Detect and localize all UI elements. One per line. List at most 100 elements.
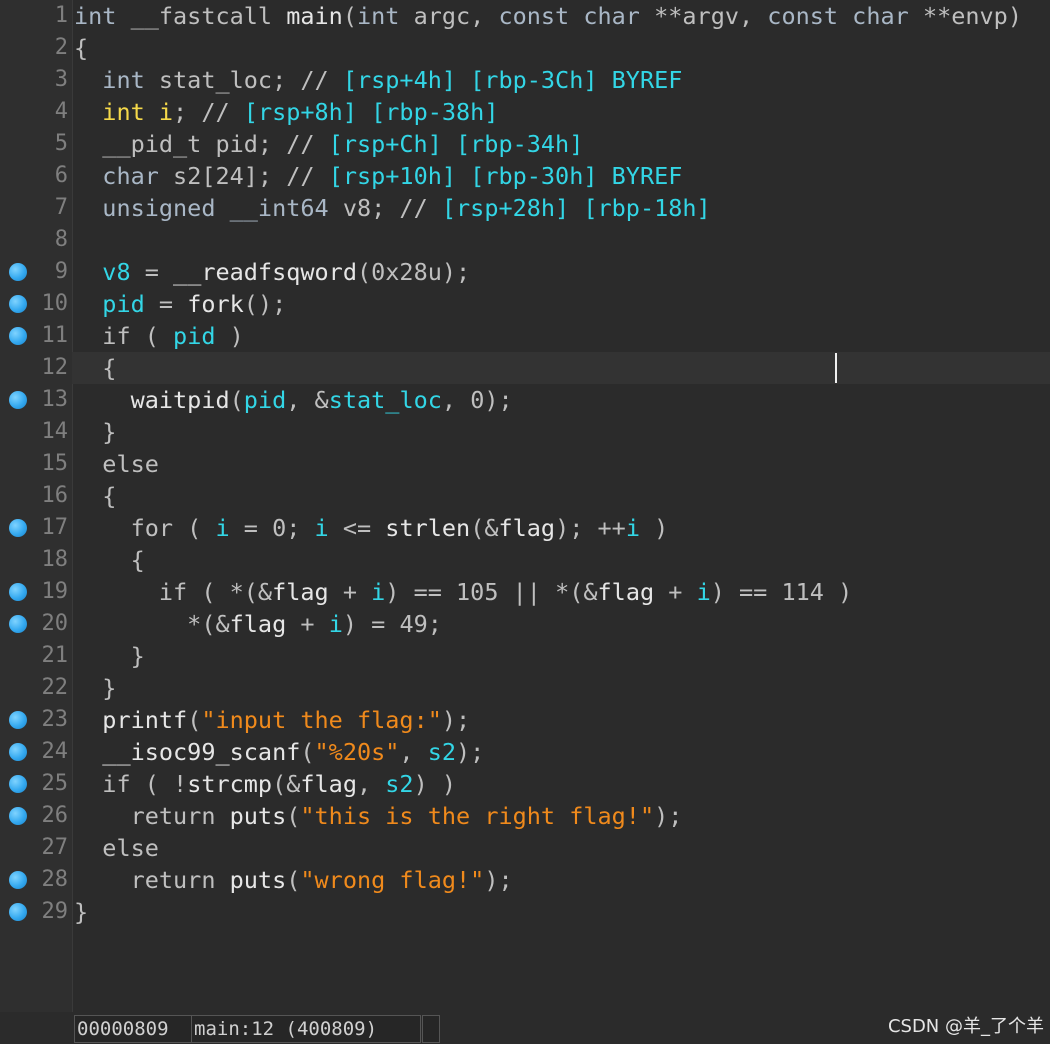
code-line[interactable]: } [74, 640, 1050, 672]
code-line[interactable]: { [74, 544, 1050, 576]
gutter-line[interactable]: 8 [0, 224, 72, 256]
breakpoint-icon[interactable] [9, 775, 27, 793]
gutter-line[interactable]: 2 [0, 32, 72, 64]
code-line[interactable] [74, 224, 1050, 256]
gutter-line[interactable]: 3 [0, 64, 72, 96]
gutter-line[interactable]: 11 [0, 320, 72, 352]
gutter-line[interactable]: 14 [0, 416, 72, 448]
code-line[interactable]: return puts("this is the right flag!"); [74, 800, 1050, 832]
gutter-line[interactable]: 18 [0, 544, 72, 576]
gutter-line[interactable]: 27 [0, 832, 72, 864]
breakpoint-icon[interactable] [9, 295, 27, 313]
gutter-line[interactable]: 13 [0, 384, 72, 416]
breakpoint-icon[interactable] [9, 391, 27, 409]
code-token: argc, [413, 2, 499, 30]
code-token: ( [286, 866, 301, 894]
code-line[interactable]: for ( i = 0; i <= strlen(&flag); ++i ) [74, 512, 1050, 544]
code-line[interactable]: unsigned __int64 v8; // [rsp+28h] [rbp-1… [74, 192, 1050, 224]
code-area[interactable]: int __fastcall main(int argc, const char… [72, 0, 1050, 1012]
code-line[interactable]: if ( !strcmp(&flag, s2) ) [74, 768, 1050, 800]
code-token: __isoc99_scanf [102, 738, 301, 766]
breakpoint-icon[interactable] [9, 263, 27, 281]
code-line[interactable]: } [74, 672, 1050, 704]
code-token: "wrong flag!" [300, 866, 485, 894]
breakpoint-icon[interactable] [9, 327, 27, 345]
gutter-line[interactable]: 20 [0, 608, 72, 640]
code-line[interactable]: { [74, 480, 1050, 512]
code-token: [rsp+8h] [rbp-38h] [243, 98, 499, 126]
gutter-line[interactable]: 19 [0, 576, 72, 608]
code-line[interactable]: else [74, 448, 1050, 480]
code-line[interactable]: if ( pid ) [74, 320, 1050, 352]
line-number: 9 [54, 259, 68, 284]
gutter-line[interactable]: 12 [0, 352, 72, 384]
code-token: int [356, 2, 414, 30]
gutter-line[interactable]: 1 [0, 0, 72, 32]
gutter-line[interactable]: 29 [0, 896, 72, 928]
code-token: fork [187, 290, 244, 318]
code-line[interactable]: __pid_t pid; // [rsp+Ch] [rbp-34h] [74, 128, 1050, 160]
code-token: s2 [427, 738, 457, 766]
line-number: 12 [41, 355, 69, 380]
code-line[interactable]: printf("input the flag:"); [74, 704, 1050, 736]
code-token: for ( [74, 514, 216, 542]
line-number: 17 [41, 515, 69, 540]
code-token: i [328, 610, 343, 638]
code-line[interactable]: waitpid(pid, &stat_loc, 0); [74, 384, 1050, 416]
gutter-line[interactable]: 25 [0, 768, 72, 800]
line-number: 5 [54, 131, 68, 156]
gutter-line[interactable]: 22 [0, 672, 72, 704]
code-line[interactable]: v8 = __readfsqword(0x28u); [74, 256, 1050, 288]
line-number-gutter[interactable]: 1 2 3 4 5 6 7 8 9 10 11 12 13 14 15 16 17 18 19 20 21 22 23 24 2… [0, 0, 73, 1012]
code-line[interactable]: } [74, 416, 1050, 448]
code-token: printf [102, 706, 188, 734]
code-line[interactable]: int i; // [rsp+8h] [rbp-38h] [74, 96, 1050, 128]
code-token: ( [286, 802, 301, 830]
code-token: ( [229, 386, 244, 414]
code-line[interactable]: else [74, 832, 1050, 864]
gutter-line[interactable]: 9 [0, 256, 72, 288]
code-line[interactable]: int __fastcall main(int argc, const char… [74, 0, 1050, 32]
code-line[interactable]: { [74, 32, 1050, 64]
breakpoint-icon[interactable] [9, 519, 27, 537]
gutter-line[interactable]: 17 [0, 512, 72, 544]
code-token: ); [456, 738, 485, 766]
gutter-line[interactable]: 21 [0, 640, 72, 672]
gutter-line[interactable]: 5 [0, 128, 72, 160]
code-token: **argv, [654, 2, 768, 30]
code-line[interactable]: pid = fork(); [74, 288, 1050, 320]
line-number: 3 [54, 67, 68, 92]
breakpoint-icon[interactable] [9, 871, 27, 889]
gutter-line[interactable]: 15 [0, 448, 72, 480]
code-line[interactable]: if ( *(&flag + i) == 105 || *(&flag + i)… [74, 576, 1050, 608]
code-token: ( [187, 706, 202, 734]
breakpoint-icon[interactable] [9, 615, 27, 633]
code-token: 105 [456, 578, 499, 606]
code-line[interactable]: int stat_loc; // [rsp+4h] [rbp-3Ch] BYRE… [74, 64, 1050, 96]
gutter-line[interactable]: 28 [0, 864, 72, 896]
gutter-line[interactable]: 6 [0, 160, 72, 192]
gutter-line[interactable]: 23 [0, 704, 72, 736]
code-line[interactable]: char s2[24]; // [rsp+10h] [rbp-30h] BYRE… [74, 160, 1050, 192]
breakpoint-icon[interactable] [9, 743, 27, 761]
breakpoint-icon[interactable] [9, 903, 27, 921]
code-line[interactable]: { [74, 352, 1050, 384]
code-line[interactable]: return puts("wrong flag!"); [74, 864, 1050, 896]
gutter-line[interactable]: 16 [0, 480, 72, 512]
code-line[interactable]: } [74, 896, 1050, 928]
breakpoint-icon[interactable] [9, 583, 27, 601]
breakpoint-icon[interactable] [9, 807, 27, 825]
gutter-line[interactable]: 4 [0, 96, 72, 128]
gutter-line[interactable]: 10 [0, 288, 72, 320]
code-token: ; // [173, 98, 244, 126]
code-line[interactable]: *(&flag + i) = 49; [74, 608, 1050, 640]
code-token: pid [173, 322, 216, 350]
gutter-line[interactable]: 24 [0, 736, 72, 768]
breakpoint-icon[interactable] [9, 711, 27, 729]
gutter-line[interactable]: 26 [0, 800, 72, 832]
pseudocode-editor[interactable]: 1 2 3 4 5 6 7 8 9 10 11 12 13 14 15 16 17 18 19 20 21 22 23 24 2… [0, 0, 1050, 1012]
gutter-line[interactable]: 7 [0, 192, 72, 224]
code-line[interactable]: __isoc99_scanf("%20s", s2); [74, 736, 1050, 768]
